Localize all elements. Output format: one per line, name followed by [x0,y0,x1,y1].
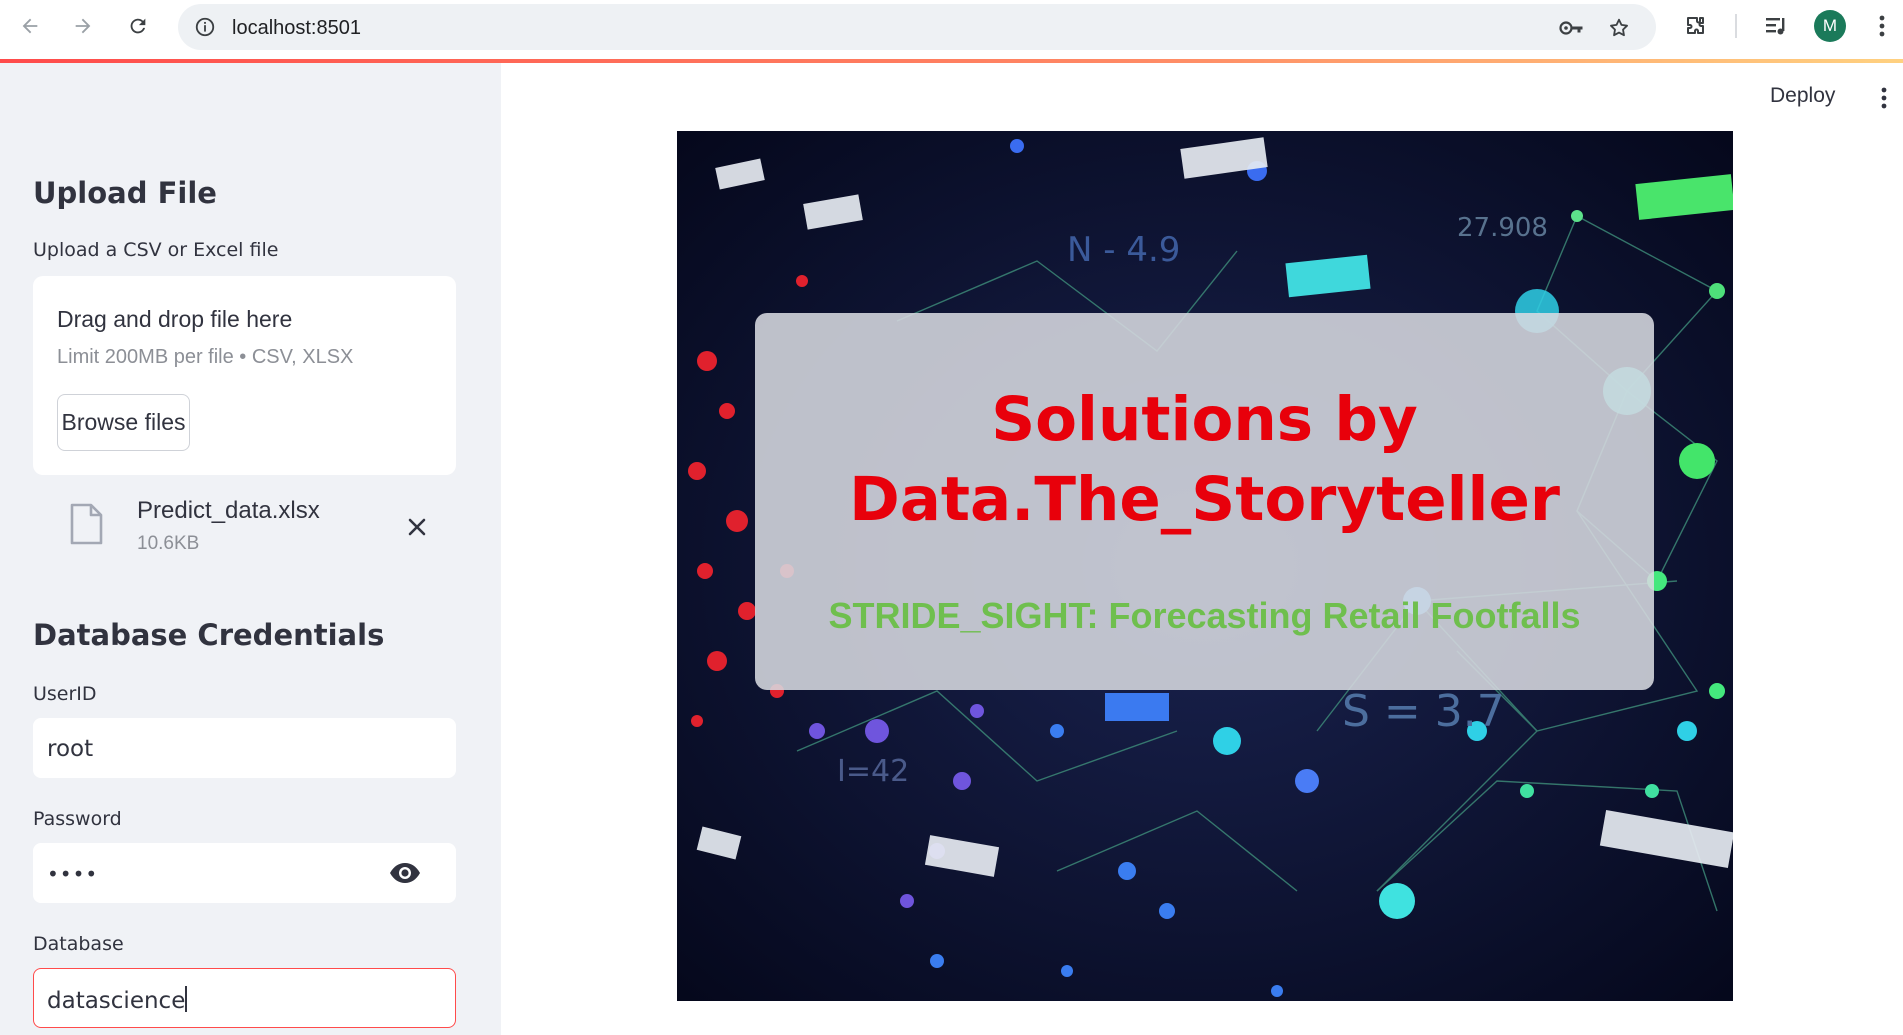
hero-title-line-1: Solutions by [991,384,1418,455]
sidebar: Upload File Upload a CSV or Excel file D… [0,63,501,1035]
dropzone-title: Drag and drop file here [57,306,293,332]
file-icon [70,503,103,545]
upload-heading: Upload File [33,176,217,210]
app-menu-icon[interactable] [1874,84,1894,112]
hero-title-card: Solutions by Data.The_Storyteller STRIDE… [755,313,1654,690]
password-label: Password [33,808,122,830]
background-decoration-text: N - 4.9 [1067,230,1180,270]
profile-avatar[interactable]: M [1814,10,1846,42]
info-icon[interactable] [190,12,220,42]
database-label: Database [33,933,124,955]
dropzone-limit: Limit 200MB per file • CSV, XLSX [57,346,354,368]
browse-files-button[interactable]: Browse files [57,394,190,451]
close-icon[interactable] [401,511,433,543]
hero-title-line-2: Data.The_Storyteller [849,464,1560,535]
media-icon[interactable] [1758,8,1794,44]
text-caret [185,986,188,1012]
hero-title: Solutions by Data.The_Storyteller [755,380,1654,540]
userid-value: root [47,736,94,762]
deploy-button[interactable]: Deploy [1770,84,1835,108]
browser-toolbar: localhost:8501 M [0,0,1903,60]
menu-icon[interactable] [1864,8,1900,44]
database-input[interactable]: datascience [33,968,456,1028]
background-decoration-text: 27.908 [1457,213,1548,243]
uploaded-file: Predict_data.xlsx 10.6KB [33,483,456,573]
upload-label: Upload a CSV or Excel file [33,239,279,261]
forward-icon[interactable] [65,8,101,44]
hero-subtitle: STRIDE_SIGHT: Forecasting Retail Footfal… [828,595,1581,636]
userid-label: UserID [33,683,97,705]
address-bar[interactable]: localhost:8501 [178,4,1656,50]
file-name: Predict_data.xlsx [137,497,320,524]
star-icon[interactable] [1603,12,1635,44]
toolbar-divider [1735,14,1737,38]
hero-banner-image: N - 4.9 S = 3.7 27.908 I=42 Solutions by… [677,131,1733,1001]
background-decoration-text: I=42 [837,754,909,789]
reload-icon[interactable] [120,8,156,44]
database-credentials-heading: Database Credentials [33,618,385,652]
password-input[interactable]: •••• [33,843,456,903]
extensions-icon[interactable] [1678,8,1714,44]
file-dropzone[interactable]: Drag and drop file here Limit 200MB per … [33,276,456,475]
background-decoration-text: S = 3.7 [1342,686,1505,737]
file-size: 10.6KB [137,533,200,554]
key-icon[interactable] [1556,12,1588,44]
eye-icon[interactable] [388,858,422,888]
back-icon[interactable] [12,8,48,44]
password-value: •••• [47,862,99,886]
database-value: datascience [47,986,188,1014]
userid-input[interactable]: root [33,718,456,778]
url-text: localhost:8501 [232,17,361,39]
